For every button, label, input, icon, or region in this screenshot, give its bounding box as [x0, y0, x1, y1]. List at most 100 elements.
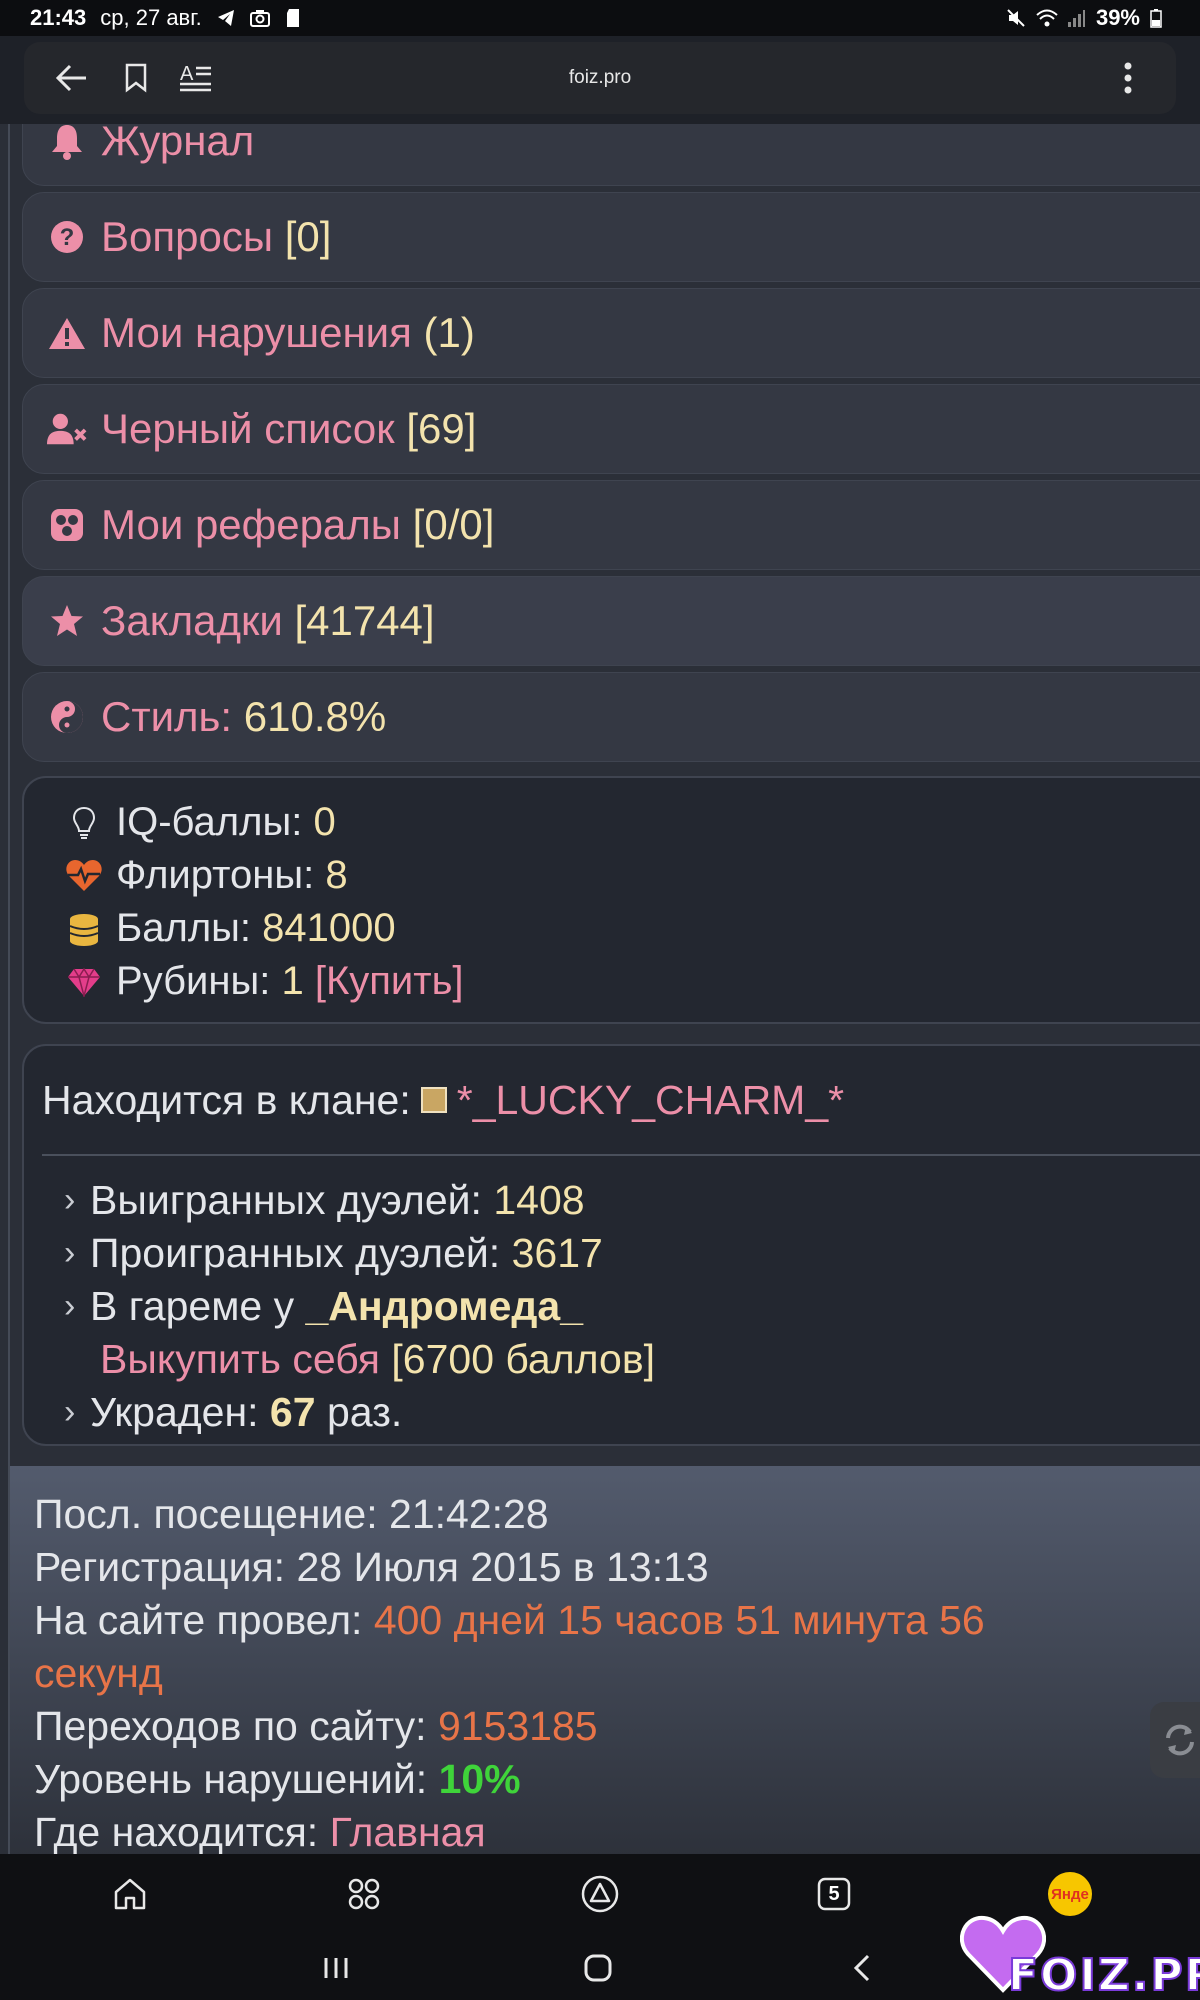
menu-item-questions[interactable]: ? Вопросы [0]	[22, 192, 1200, 282]
harem-row: › В гареме у _Андромеда_	[24, 1280, 1200, 1333]
menu-item-journal[interactable]: Журнал	[22, 124, 1200, 186]
tabs-count: 5	[828, 1882, 840, 1905]
back-nav-icon[interactable]	[840, 1946, 884, 1990]
page-content: Журнал ? Вопросы [0] Мои нарушения (1) Ч…	[0, 124, 1200, 1854]
registration-label: Регистрация:	[34, 1544, 286, 1590]
yandex-label: Янде	[1051, 1885, 1089, 1903]
menu-label: Журнал	[101, 124, 255, 164]
home-nav-icon[interactable]	[576, 1946, 620, 1990]
location-row: Где находится: Главная	[34, 1806, 1176, 1854]
stolen-label: Украден:	[90, 1389, 259, 1435]
bell-icon	[47, 124, 87, 161]
home-icon[interactable]	[104, 1868, 156, 1920]
bookmark-icon[interactable]	[108, 50, 164, 106]
chevron-right-icon: ›	[64, 1287, 76, 1325]
duels-lost-value: 3617	[511, 1230, 603, 1276]
buyout-link[interactable]: Выкупить себя	[100, 1336, 380, 1383]
duels-won-value: 1408	[493, 1177, 585, 1223]
violations-level-value: 10%	[438, 1756, 521, 1802]
sd-card-icon	[284, 8, 304, 28]
question-circle-icon: ?	[47, 217, 87, 257]
menu-count: [0/0]	[412, 501, 495, 548]
registration-row: Регистрация: 28 Июля 2015 в 13:13	[34, 1541, 1176, 1594]
violations-level-label: Уровень нарушений:	[34, 1756, 428, 1802]
divider	[42, 1154, 1200, 1156]
lightbulb-icon	[64, 803, 104, 843]
location-link[interactable]: Главная	[330, 1809, 486, 1854]
services-grid-icon[interactable]	[338, 1868, 390, 1920]
time-on-site-value-cont: секунд	[34, 1650, 163, 1696]
gem-icon	[64, 962, 104, 1002]
stolen-count: 67	[269, 1389, 316, 1435]
last-visit-label: Посл. посещение:	[34, 1491, 378, 1537]
more-options-icon[interactable]	[1100, 50, 1156, 106]
camera-icon	[249, 8, 270, 28]
menu-item-referrals[interactable]: Мои рефералы [0/0]	[22, 480, 1200, 570]
buyout-row: Выкупить себя [6700 баллов]	[24, 1333, 1200, 1386]
wifi-icon	[1036, 8, 1058, 28]
clan-badge-icon	[420, 1087, 447, 1113]
buy-rubies-link[interactable]: [Купить]	[315, 959, 464, 1004]
flirt-label: Флиртоны:	[116, 853, 315, 897]
svg-text:A: A	[180, 63, 194, 85]
rubies-row: Рубины: 1 [Купить]	[64, 955, 1200, 1008]
yin-yang-icon	[47, 697, 87, 737]
duels-won-row: › Выигранных дуэлей: 1408	[24, 1174, 1200, 1227]
menu-item-style[interactable]: Стиль: 610.8%	[22, 672, 1200, 762]
browser-toolbar: foiz.pro A	[24, 42, 1176, 114]
duels-lost-label: Проигранных дуэлей:	[90, 1230, 501, 1276]
stolen-suffix: раз.	[326, 1389, 403, 1435]
status-time: 21:43	[30, 5, 87, 30]
clan-name-link[interactable]: *_LUCKY_CHARM_*	[457, 1077, 844, 1124]
points-label: Баллы:	[116, 906, 252, 950]
battery-percent: 39%	[1095, 5, 1140, 30]
menu-item-violations[interactable]: Мои нарушения (1)	[22, 288, 1200, 378]
reader-mode-icon[interactable]: A	[168, 50, 224, 106]
violations-level-row: Уровень нарушений: 10%	[34, 1753, 1176, 1806]
menu-count: (1)	[423, 309, 475, 356]
transitions-value: 9153185	[437, 1703, 598, 1749]
referrals-icon	[47, 505, 87, 545]
recent-apps-icon[interactable]	[314, 1946, 358, 1990]
rubies-label: Рубины:	[116, 959, 271, 1003]
refresh-icon[interactable]	[1150, 1702, 1200, 1778]
menu-label: Стиль:	[101, 693, 233, 740]
back-arrow-icon[interactable]	[44, 50, 100, 106]
tabs-counter-button[interactable]: 5	[808, 1868, 860, 1920]
clan-card: Находится в клане: *_LUCKY_CHARM_* › Выи…	[22, 1044, 1200, 1446]
rubies-value: 1	[281, 959, 304, 1003]
last-visit-value: 21:42:28	[389, 1491, 549, 1537]
location-label: Где находится:	[34, 1809, 319, 1854]
time-on-site-row: На сайте провел: 400 дней 15 часов 51 ми…	[34, 1594, 1176, 1647]
alice-assistant-icon[interactable]	[574, 1868, 626, 1920]
telegram-icon	[216, 8, 236, 28]
warning-icon	[47, 313, 87, 353]
profile-info: Посл. посещение: 21:42:28 Регистрация: 2…	[10, 1466, 1200, 1854]
buyout-cost: [6700 баллов]	[391, 1336, 656, 1382]
iq-value: 0	[313, 800, 336, 844]
menu-count: [0]	[284, 213, 332, 260]
watermark-text: FOIZ.PRO	[1007, 1949, 1200, 2000]
points-row: Баллы: 841000	[64, 902, 1200, 955]
coins-icon	[64, 909, 104, 949]
harem-owner-link[interactable]: _Андромеда_	[306, 1283, 584, 1330]
clan-header: Находится в клане: *_LUCKY_CHARM_*	[24, 1046, 1200, 1132]
transitions-row: Переходов по сайту: 9153185	[34, 1700, 1176, 1753]
svg-text:?: ?	[60, 224, 75, 251]
menu-label: Мои нарушения	[101, 309, 412, 356]
menu-item-blacklist[interactable]: Черный список [69]	[22, 384, 1200, 474]
menu-label: Закладки	[101, 597, 283, 644]
menu-count: [41744]	[294, 597, 435, 644]
iq-row: IQ-баллы: 0	[64, 796, 1200, 849]
time-on-site-label: На сайте провел:	[34, 1597, 363, 1643]
signal-icon	[1066, 8, 1086, 28]
flirt-row: Флиртоны: 8	[64, 849, 1200, 902]
menu-count: [69]	[406, 405, 477, 452]
status-date: ср, 27 авг.	[100, 5, 202, 30]
registration-value: 28 Июля 2015 в 13:13	[296, 1544, 709, 1590]
duels-lost-row: › Проигранных дуэлей: 3617	[24, 1227, 1200, 1280]
chevron-right-icon: ›	[64, 1393, 76, 1431]
flirt-value: 8	[325, 853, 348, 897]
menu-label: Черный список	[101, 405, 395, 452]
menu-item-bookmarks[interactable]: Закладки [41744]	[22, 576, 1200, 666]
